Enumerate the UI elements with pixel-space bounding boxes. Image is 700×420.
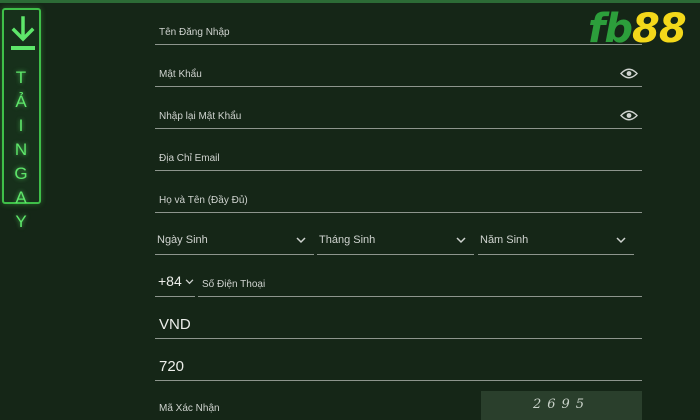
eye-icon[interactable] (620, 110, 638, 121)
birth-month-label: Tháng Sinh (319, 234, 376, 246)
eye-icon[interactable] (620, 68, 638, 79)
currency-value: VND (159, 316, 191, 333)
download-now-text: T Ả I N G A Y (4, 66, 39, 234)
full-name-field[interactable]: Họ và Tên (Đầy Đủ) (155, 185, 642, 213)
side-letter: Ả (15, 92, 28, 111)
phone-field[interactable]: Số Điện Thoại (198, 269, 642, 297)
password-placeholder: Mật Khẩu (159, 69, 202, 80)
top-border (0, 0, 700, 3)
side-letter: T (15, 68, 28, 87)
birth-day-label: Ngày Sinh (157, 234, 208, 246)
captcha-label: Mã Xác Nhận (159, 403, 220, 414)
side-letter: G (14, 164, 29, 183)
referral-field[interactable]: 720 (155, 353, 642, 381)
password-field[interactable]: Mật Khẩu (155, 59, 642, 87)
chevron-down-icon (185, 279, 194, 285)
download-app-tab[interactable]: T Ả I N G A Y (2, 8, 41, 231)
chevron-down-icon (296, 237, 306, 244)
phone-code-select[interactable]: +84 (155, 269, 195, 297)
side-letter: Y (15, 212, 28, 231)
referral-value: 720 (159, 358, 185, 375)
birth-month-select[interactable]: Tháng Sinh (317, 227, 474, 255)
birth-day-select[interactable]: Ngày Sinh (155, 227, 314, 255)
confirm-password-placeholder: Nhập lại Mật Khẩu (159, 111, 242, 122)
chevron-down-icon (456, 237, 466, 244)
captcha-code: 2695 (532, 397, 591, 412)
birth-year-select[interactable]: Năm Sinh (478, 227, 634, 255)
confirm-password-field[interactable]: Nhập lại Mật Khẩu (155, 101, 642, 129)
side-letter: N (14, 140, 29, 159)
captcha-image[interactable]: 2695 (481, 391, 642, 420)
email-field[interactable]: Địa Chỉ Email (155, 143, 642, 171)
phone-code-value: +84 (158, 273, 182, 289)
currency-field[interactable]: VND (155, 311, 642, 339)
birth-year-label: Năm Sinh (480, 234, 529, 246)
side-letter: A (15, 188, 28, 207)
full-name-placeholder: Họ và Tên (Đầy Đủ) (159, 195, 248, 206)
username-placeholder: Tên Đăng Nhập (159, 27, 230, 38)
chevron-down-icon (616, 237, 626, 244)
username-field[interactable]: Tên Đăng Nhập (155, 17, 642, 45)
download-icon (11, 16, 35, 50)
side-letter: I (18, 116, 25, 135)
phone-placeholder: Số Điện Thoại (202, 279, 266, 290)
email-placeholder: Địa Chỉ Email (159, 153, 220, 164)
